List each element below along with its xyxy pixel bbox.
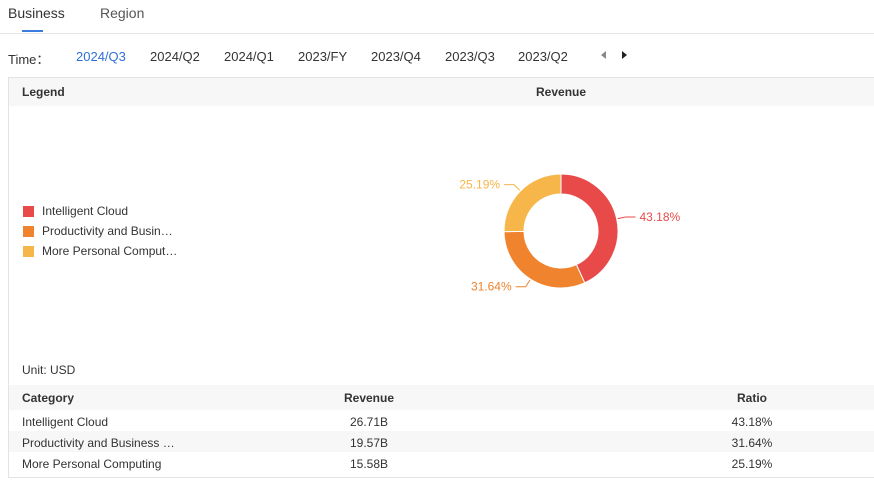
- table-row: More Personal Computing 15.58B 25.19%: [9, 452, 874, 473]
- slice-percent-label: 31.64%: [471, 280, 512, 294]
- period-2023-fy[interactable]: 2023/FY: [298, 49, 347, 64]
- cell-ratio: 31.64%: [731, 436, 773, 450]
- column-header-category: Category: [22, 391, 75, 405]
- slice-percent-label: 25.19%: [459, 178, 500, 192]
- table-row: Productivity and Business … 19.57B 31.64…: [9, 431, 874, 452]
- column-header-ratio: Ratio: [737, 391, 767, 405]
- slice-percent-label: 43.18%: [639, 210, 680, 224]
- cell-category: More Personal Computing: [22, 457, 162, 471]
- tab-business[interactable]: Business: [8, 5, 65, 21]
- period-2023-q3[interactable]: 2023/Q3: [445, 49, 495, 64]
- cell-revenue: 26.71B: [349, 415, 389, 429]
- period-2024-q3[interactable]: 2024/Q3: [76, 49, 126, 64]
- cell-category: Productivity and Business …: [22, 436, 175, 450]
- period-2024-q1[interactable]: 2024/Q1: [224, 49, 274, 64]
- label-leader-line: [504, 184, 521, 191]
- period-2023-q4[interactable]: 2023/Q4: [371, 49, 421, 64]
- column-header-revenue: Revenue: [343, 391, 395, 405]
- cell-category: Intelligent Cloud: [22, 415, 109, 429]
- time-selector: Time： 2024/Q3 2024/Q2 2024/Q1 2023/FY 20…: [0, 42, 874, 70]
- chevron-left-icon[interactable]: [597, 46, 611, 64]
- label-leader-line: [515, 279, 531, 288]
- tab-bar: Business Region: [0, 0, 874, 34]
- cell-ratio: 25.19%: [731, 457, 773, 471]
- chevron-right-icon[interactable]: [617, 46, 631, 64]
- table-header: Category Revenue Ratio: [9, 385, 874, 410]
- tab-region[interactable]: Region: [100, 5, 144, 21]
- time-label: Time：: [8, 52, 50, 67]
- unit-label: Unit: USD: [22, 363, 76, 377]
- cell-revenue: 19.57B: [349, 436, 389, 450]
- active-tab-indicator: [22, 30, 43, 32]
- cell-revenue: 15.58B: [349, 457, 389, 471]
- revenue-table: Category Revenue Ratio Intelligent Cloud…: [9, 385, 874, 473]
- revenue-panel: Legend Revenue Intelligent Cloud Product…: [8, 77, 874, 478]
- label-leader-line: [617, 216, 636, 220]
- donut-slice[interactable]: [503, 230, 586, 289]
- table-row: Intelligent Cloud 26.71B 43.18%: [9, 410, 874, 431]
- revenue-donut-chart: 43.18% 31.64% 25.19%: [459, 173, 681, 294]
- period-2024-q2[interactable]: 2024/Q2: [150, 49, 200, 64]
- donut-slice[interactable]: [503, 173, 562, 233]
- cell-ratio: 43.18%: [731, 415, 773, 429]
- period-2023-q2[interactable]: 2023/Q2: [518, 49, 568, 64]
